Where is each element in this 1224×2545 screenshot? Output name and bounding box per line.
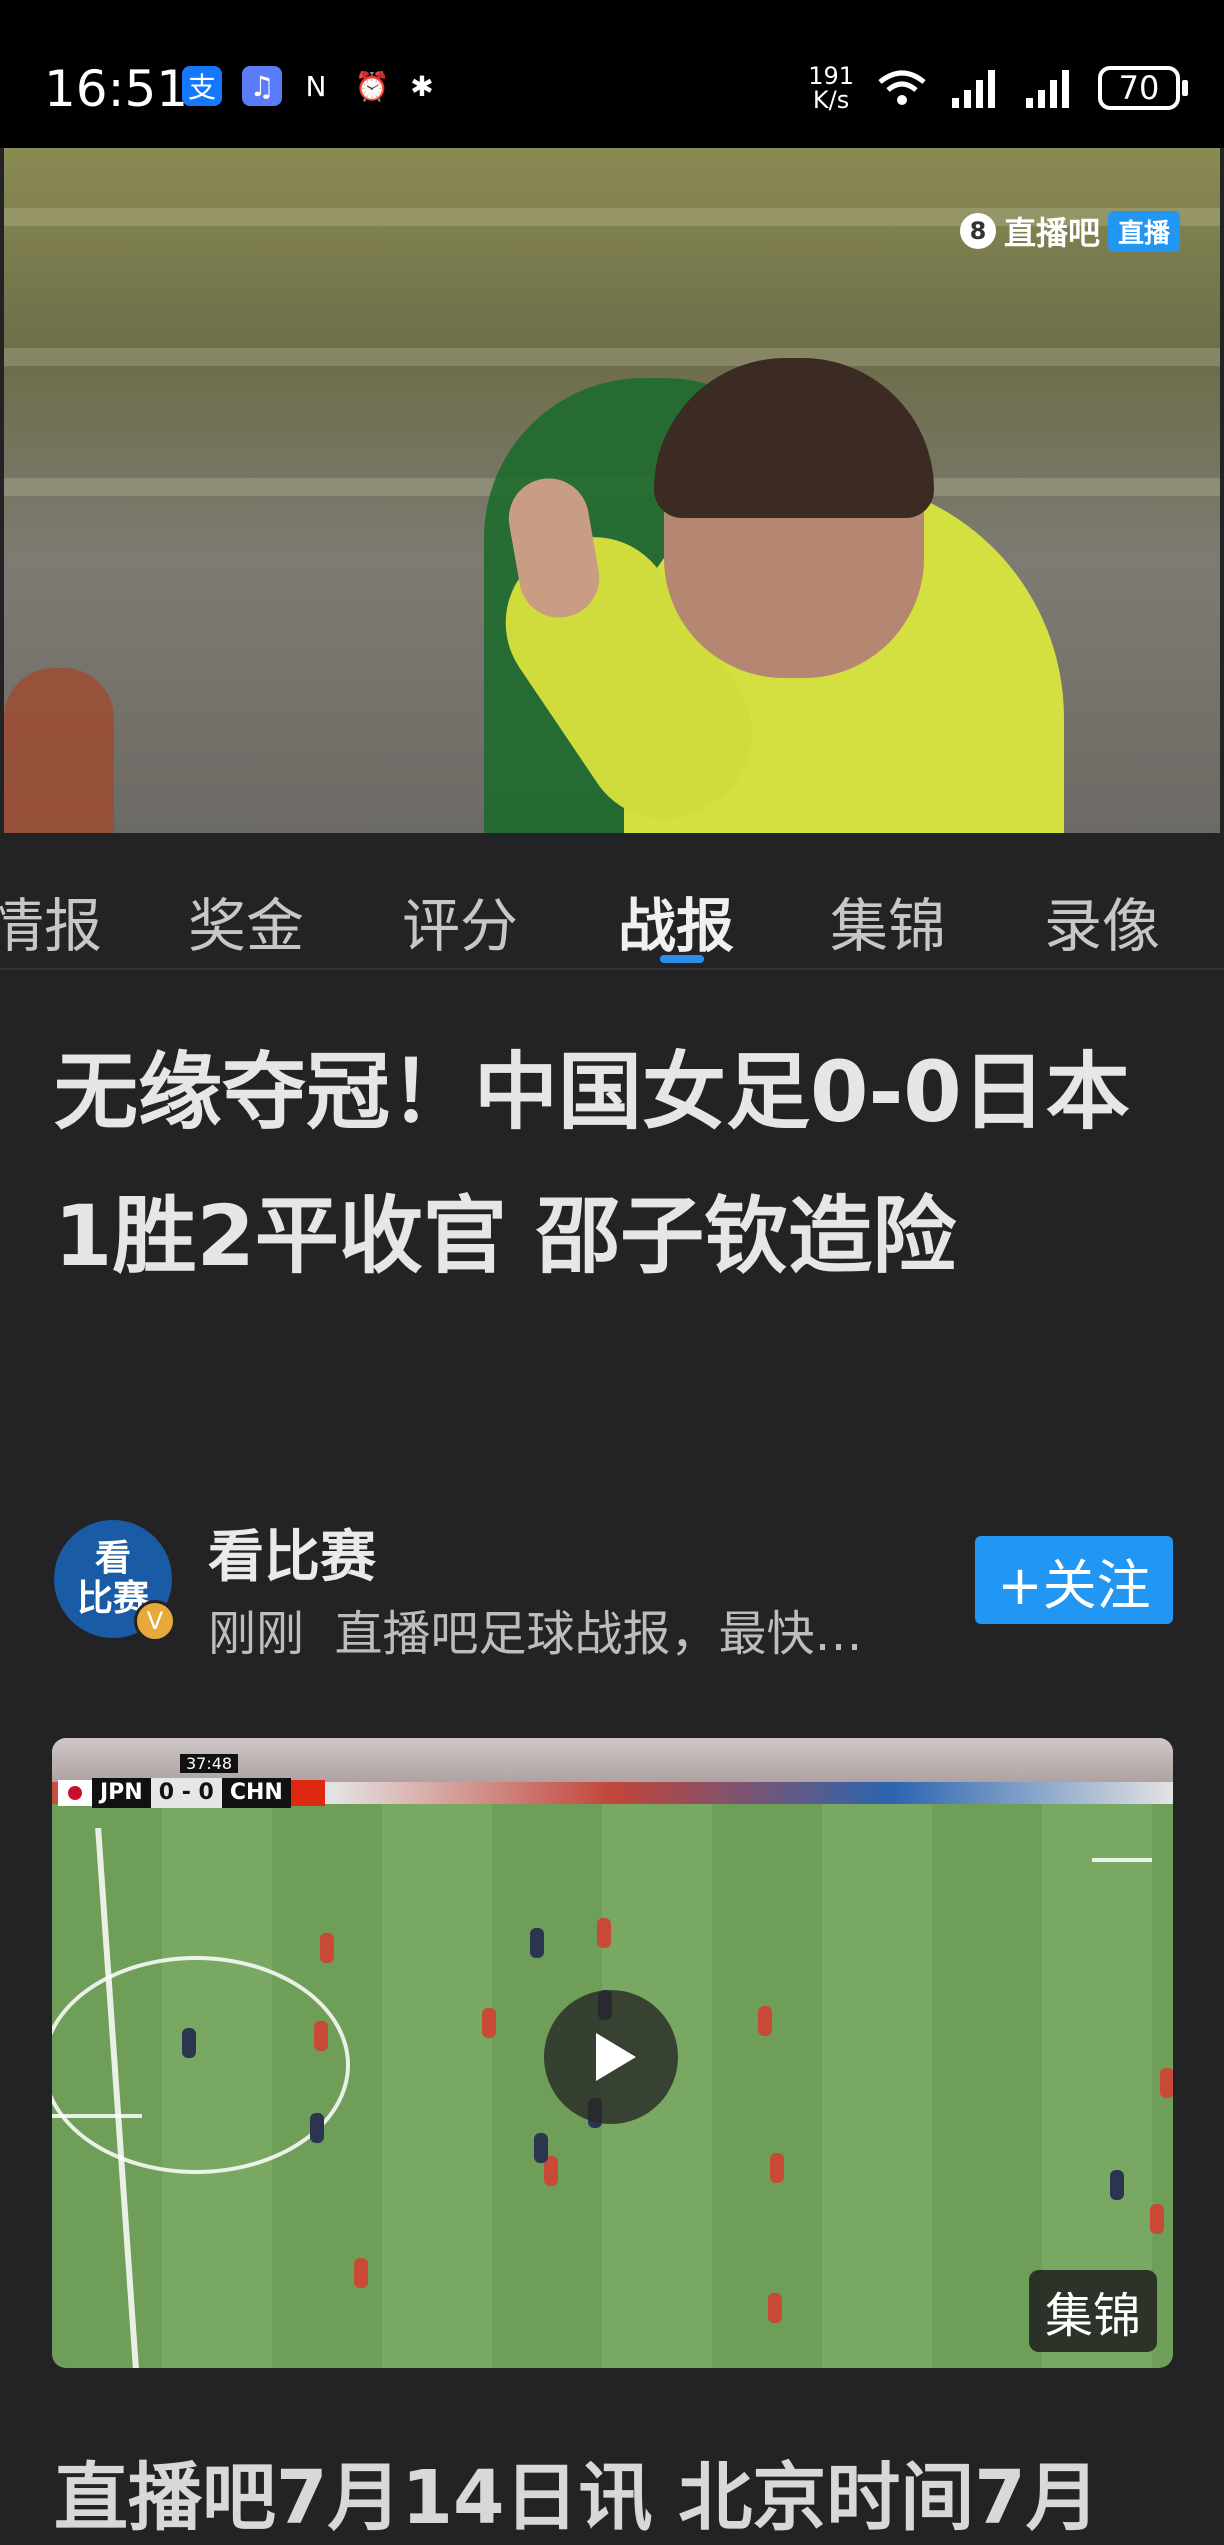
tab-prize[interactable]: 奖金	[188, 879, 304, 963]
status-bar: 16:51 支 ♫ N ⏰ ✱ 191 K/s 70	[0, 0, 1224, 148]
background-player	[4, 668, 114, 833]
player-dot	[1160, 2068, 1173, 2098]
status-right: 191 K/s 70	[808, 58, 1188, 118]
broadcaster-logo: 8 直播吧 直播	[959, 208, 1180, 254]
stand-stripe	[4, 348, 1220, 366]
highlight-label: 集锦	[1028, 2270, 1157, 2352]
follow-button[interactable]: +关注	[975, 1536, 1173, 1624]
player-dot	[320, 1933, 334, 1963]
bluetooth-icon: ✱	[410, 69, 434, 103]
player-dot	[530, 1928, 544, 1958]
home-team: JPN	[92, 1778, 151, 1808]
box-line	[1092, 1858, 1152, 1862]
tab-bar: 情报 奖金 评分 战报 集锦 录像	[0, 833, 1224, 970]
player-dot	[1110, 2170, 1124, 2200]
net-speed-value: 191	[808, 62, 854, 90]
player-dot	[182, 2028, 196, 2058]
tab-replay[interactable]: 录像	[1044, 879, 1160, 963]
tab-highlights[interactable]: 集锦	[830, 879, 946, 963]
nfc-icon: N	[305, 69, 327, 103]
center-circle	[52, 1956, 350, 2174]
verified-icon: V	[134, 1600, 176, 1642]
alipay-icon: 支	[182, 66, 222, 106]
player-dot	[310, 2113, 324, 2143]
player-dot	[1150, 2204, 1164, 2234]
author-name[interactable]: 看比赛	[208, 1512, 376, 1593]
japan-flag-icon	[58, 1780, 92, 1806]
signal-icon	[952, 70, 995, 108]
match-clock: 37:48	[180, 1754, 239, 1773]
battery-level: 70	[1118, 69, 1160, 107]
player-dot	[354, 2258, 368, 2288]
player-dot	[770, 2153, 784, 2183]
tab-report[interactable]: 战报	[618, 879, 734, 963]
logo-badge: 直播	[1107, 210, 1180, 252]
article-headline: 无缘夺冠！中国女足0-0日本1胜2平收官 邵子钦造险	[54, 1043, 1130, 1285]
tab-rating[interactable]: 评分	[402, 879, 518, 963]
player-dot	[314, 2021, 328, 2051]
status-time: 16:51	[44, 60, 189, 118]
player-dot	[758, 2006, 772, 2036]
active-tab-indicator	[660, 955, 704, 963]
video-player[interactable]: 8 直播吧 直播	[4, 148, 1220, 833]
signal-icon	[1026, 70, 1069, 108]
play-button[interactable]	[544, 1990, 678, 2124]
net-speed-unit: K/s	[812, 86, 850, 114]
player-dot	[768, 2293, 782, 2323]
play-icon	[596, 2033, 636, 2081]
tab-intel[interactable]: 情报	[0, 879, 102, 963]
net-speed: 191 K/s	[808, 64, 854, 112]
away-team: CHN	[221, 1778, 291, 1808]
logo-mark-icon: 8	[959, 213, 996, 249]
player-dot	[482, 2008, 496, 2038]
publish-time: 刚刚	[208, 1606, 305, 1662]
highlight-video[interactable]: 37:48 JPN 0 - 0 CHN 集锦	[52, 1738, 1173, 2368]
avatar-text-top: 看	[94, 1538, 131, 1579]
player-dot	[534, 2133, 548, 2163]
logo-text: 直播吧	[1003, 214, 1100, 252]
player-dot	[597, 1918, 611, 1948]
author-meta: 刚刚 直播吧足球战报，最快…	[208, 1594, 863, 1664]
scoreboard: JPN 0 - 0 CHN	[58, 1778, 325, 1808]
music-icon: ♫	[242, 66, 282, 106]
china-flag-icon	[290, 1780, 325, 1806]
match-score: 0 - 0	[150, 1778, 222, 1808]
battery-icon: 70	[1098, 66, 1188, 110]
wifi-icon	[878, 70, 926, 105]
author-description: 直播吧足球战报，最快…	[334, 1606, 863, 1662]
article-body-first-line: 直播吧7月14日讯 北京时间7月	[54, 2455, 1100, 2541]
alarm-icon: ⏰	[354, 69, 390, 103]
